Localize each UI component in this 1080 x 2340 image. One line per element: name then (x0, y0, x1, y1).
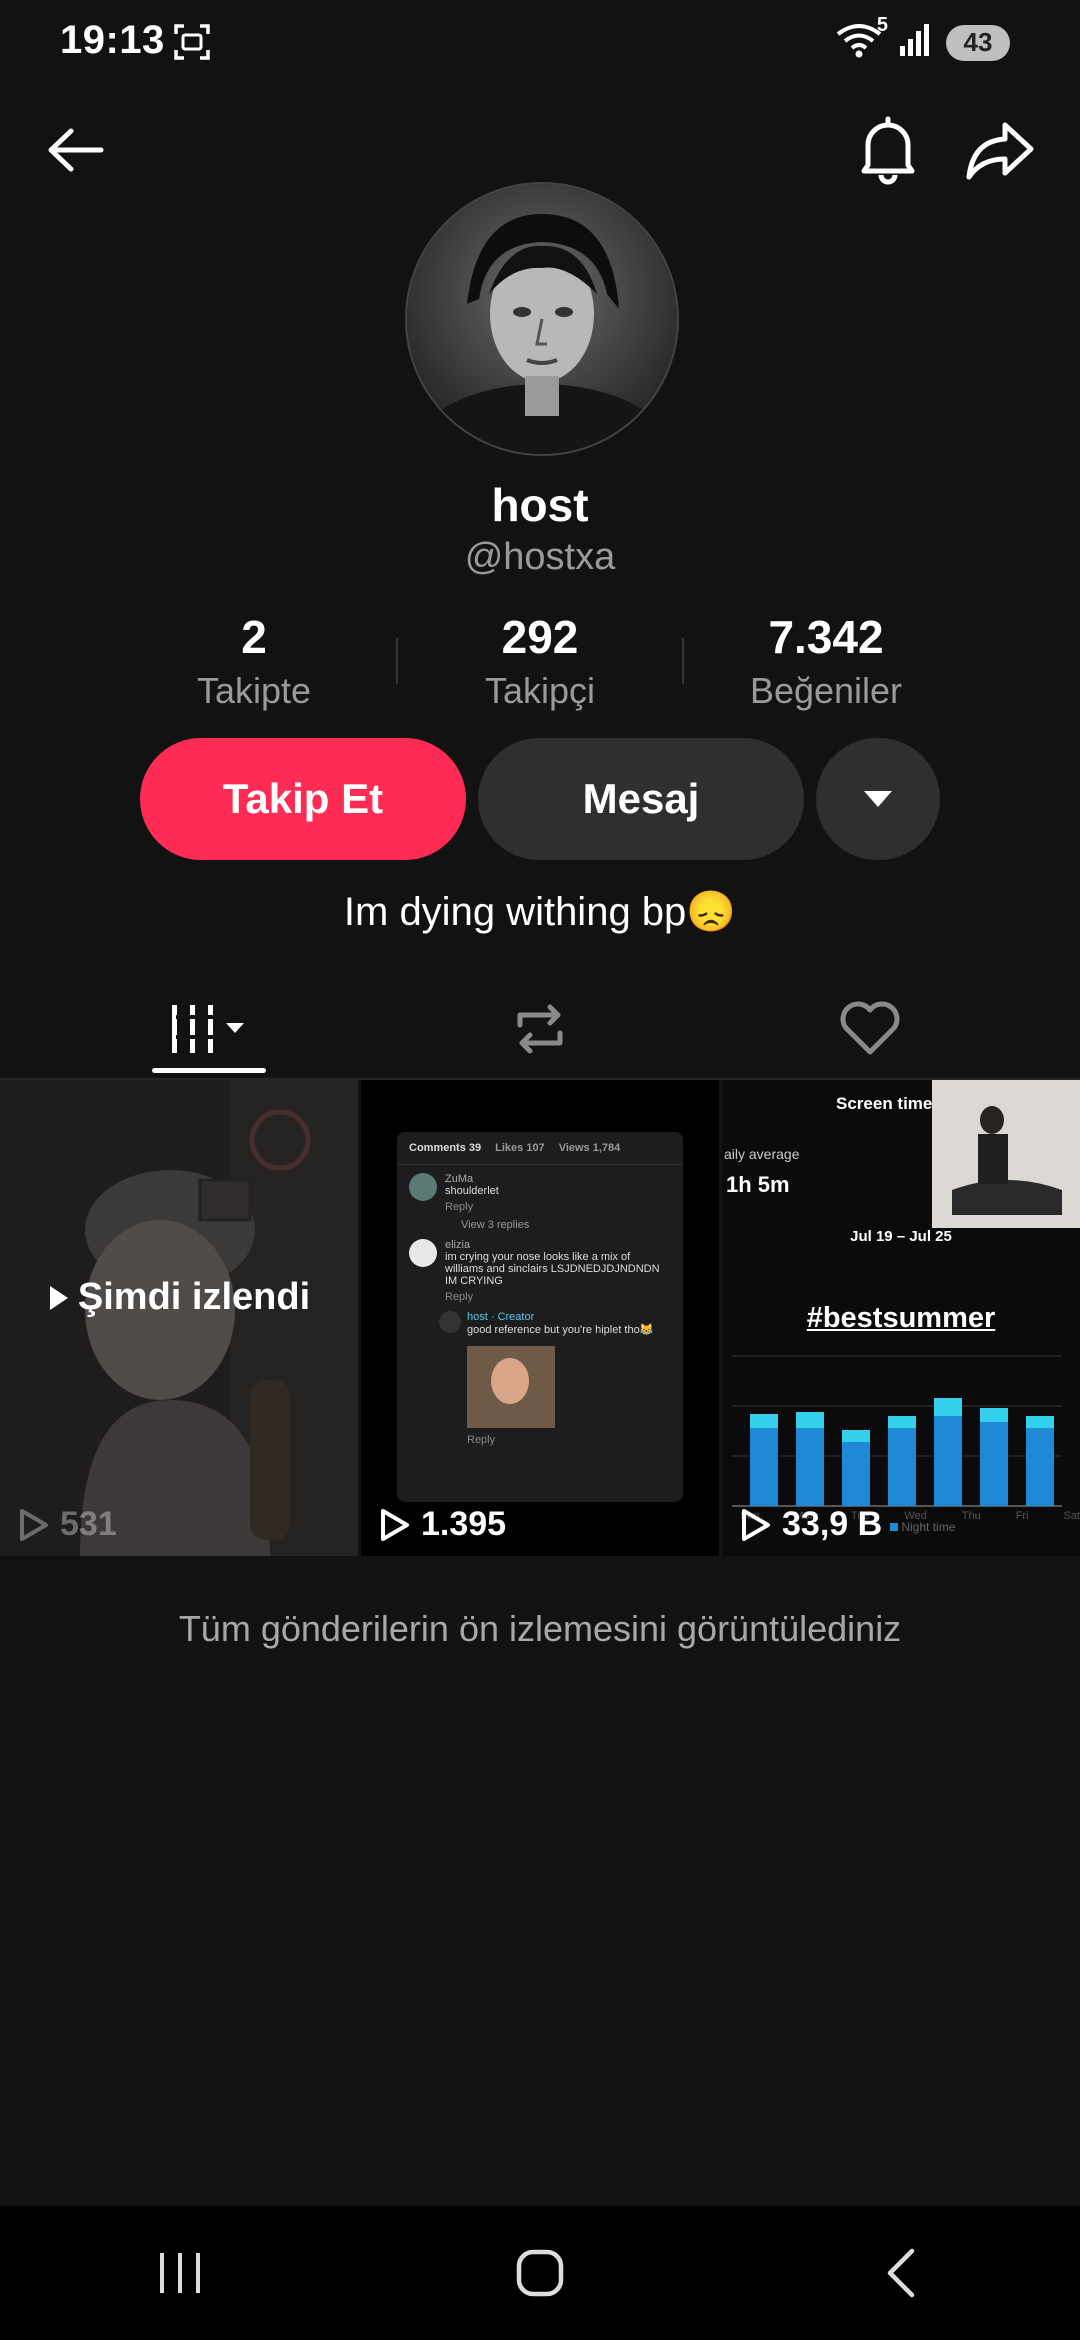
stat-value: 2 (241, 611, 267, 663)
bell-icon[interactable] (856, 114, 920, 186)
comments-count: Comments 39 (409, 1142, 482, 1154)
view-count-value: 531 (60, 1505, 117, 1543)
comment-image (467, 1346, 555, 1428)
stat-followers[interactable]: 292 Takipçi (398, 610, 682, 712)
battery-indicator: 43 (946, 24, 1010, 61)
stat-value: 7.342 (768, 611, 884, 663)
comment-text: shoulderlet (445, 1185, 499, 1197)
video-thumbnail[interactable]: Screen time aily average 1h 5m Jul 19 – … (722, 1080, 1080, 1556)
video-thumbnail[interactable]: Comments 39 Likes 107 Views 1,784 ZuMa s… (361, 1080, 719, 1556)
follow-button[interactable]: Takip Et (140, 738, 466, 860)
comment: host · Creator good reference but you're… (397, 1303, 683, 1336)
stat-label: Takipçi (484, 670, 596, 711)
stat-likes[interactable]: 7.342 Beğeniler (684, 610, 968, 712)
tab-reposts[interactable] (360, 980, 720, 1078)
legend-label: Night time (901, 1520, 956, 1534)
stat-value: 292 (501, 611, 579, 663)
tab-videos[interactable] (30, 980, 390, 1078)
display-name: host (491, 479, 589, 531)
reply-link: Reply (445, 1291, 474, 1303)
play-outline-icon (381, 1508, 409, 1541)
profile-tabs (0, 980, 1080, 1078)
view-count-value: 1.395 (421, 1505, 507, 1543)
caret-down-icon (864, 791, 892, 807)
daily-average-value: 1h 5m (726, 1172, 790, 1197)
reply-link: Reply (445, 1201, 474, 1213)
avatar[interactable] (405, 182, 679, 456)
day-label: Sat (1063, 1510, 1080, 1522)
username: @hostxa (464, 536, 616, 578)
date-range: Jul 19 – Jul 25 (850, 1228, 952, 1245)
comment-text: im crying your nose looks like a mix of … (445, 1251, 660, 1287)
comment-user: elizia (445, 1239, 471, 1251)
face-shape (491, 1358, 529, 1404)
signal-icon (898, 22, 932, 63)
back-chevron-icon (887, 2248, 915, 2298)
home-icon (516, 2249, 564, 2297)
recent-apps-icon (160, 2253, 200, 2293)
comments-panel: Comments 39 Likes 107 Views 1,784 ZuMa s… (397, 1132, 683, 1502)
screen-time-title: Screen time (836, 1094, 933, 1113)
views-count: Views 1,784 (558, 1142, 621, 1154)
heart-icon (840, 1001, 900, 1055)
legend-swatch (890, 1523, 898, 1531)
reply-link: Reply (467, 1434, 496, 1446)
avatar (439, 1311, 461, 1333)
more-options-button[interactable] (816, 738, 940, 860)
likes-count: Likes 107 (495, 1142, 545, 1154)
watched-indicator: Şimdi izlendi (0, 1276, 358, 1319)
message-button[interactable]: Mesaj (478, 738, 804, 860)
day-label: Thu (961, 1510, 981, 1522)
view-count: 1.395 (379, 1505, 506, 1544)
comment: elizia im crying your nose looks like a … (397, 1231, 683, 1303)
status-icons: 5 43 (834, 14, 1010, 65)
stat-following[interactable]: 2 Takipte (112, 610, 396, 712)
profile-stats: 2 Takipte 292 Takipçi 7.342 Beğeniler (0, 610, 1080, 712)
chart-legend: Night time (890, 1520, 955, 1534)
repost-icon (517, 1004, 563, 1054)
watched-label: Şimdi izlendi (77, 1276, 311, 1318)
avatar (409, 1173, 437, 1201)
inset-image (932, 1080, 1080, 1228)
play-icon (49, 1285, 68, 1310)
recent-apps-button[interactable] (120, 2223, 240, 2323)
home-button[interactable] (480, 2223, 600, 2323)
avatar (409, 1239, 437, 1267)
comments-header: Comments 39 Likes 107 Views 1,784 (397, 1132, 683, 1165)
share-icon[interactable] (964, 118, 1036, 182)
stat-label: Beğeniler (749, 670, 903, 711)
network-type: 5 (876, 14, 888, 36)
comment-text: good reference but you're hiplet tho😹 (467, 1324, 654, 1336)
comment: ZuMa shoulderlet Reply (397, 1165, 683, 1213)
bio-text: Im dying withing bp😞 (343, 890, 737, 934)
system-navigation-bar (0, 2206, 1080, 2340)
play-outline-icon (20, 1508, 48, 1541)
videos-grid-icon (172, 1005, 244, 1053)
wifi-icon: 5 (834, 14, 888, 65)
daily-average-label: aily average (724, 1146, 800, 1162)
person-on-sofa-image (932, 1080, 1080, 1228)
comment-user: ZuMa (445, 1173, 474, 1185)
active-tab-indicator (152, 1068, 266, 1073)
hashtag-caption: #bestsummer (806, 1302, 996, 1334)
view-count: 531 (18, 1505, 117, 1544)
bars (750, 1398, 1054, 1506)
all-posts-viewed-note: Tüm gönderilerin ön izlemesini görüntüle… (178, 1608, 902, 1649)
view-count-value: 33,9 B (782, 1505, 883, 1543)
play-outline-icon (742, 1508, 770, 1541)
back-button[interactable] (840, 2223, 960, 2323)
tab-liked[interactable] (690, 980, 1050, 1078)
view-count: 33,9 B (740, 1505, 882, 1544)
screenshot-icon (172, 22, 212, 67)
view-replies: View 3 replies (461, 1219, 530, 1231)
comment-user: host · Creator (467, 1311, 535, 1323)
video-thumbnail[interactable]: Şimdi izlendi 531 (0, 1080, 358, 1556)
day-label: Fri (1015, 1510, 1029, 1522)
stat-label: Takipte (196, 670, 312, 711)
back-arrow-icon[interactable] (40, 120, 110, 180)
status-time: 19:13 (60, 18, 165, 62)
